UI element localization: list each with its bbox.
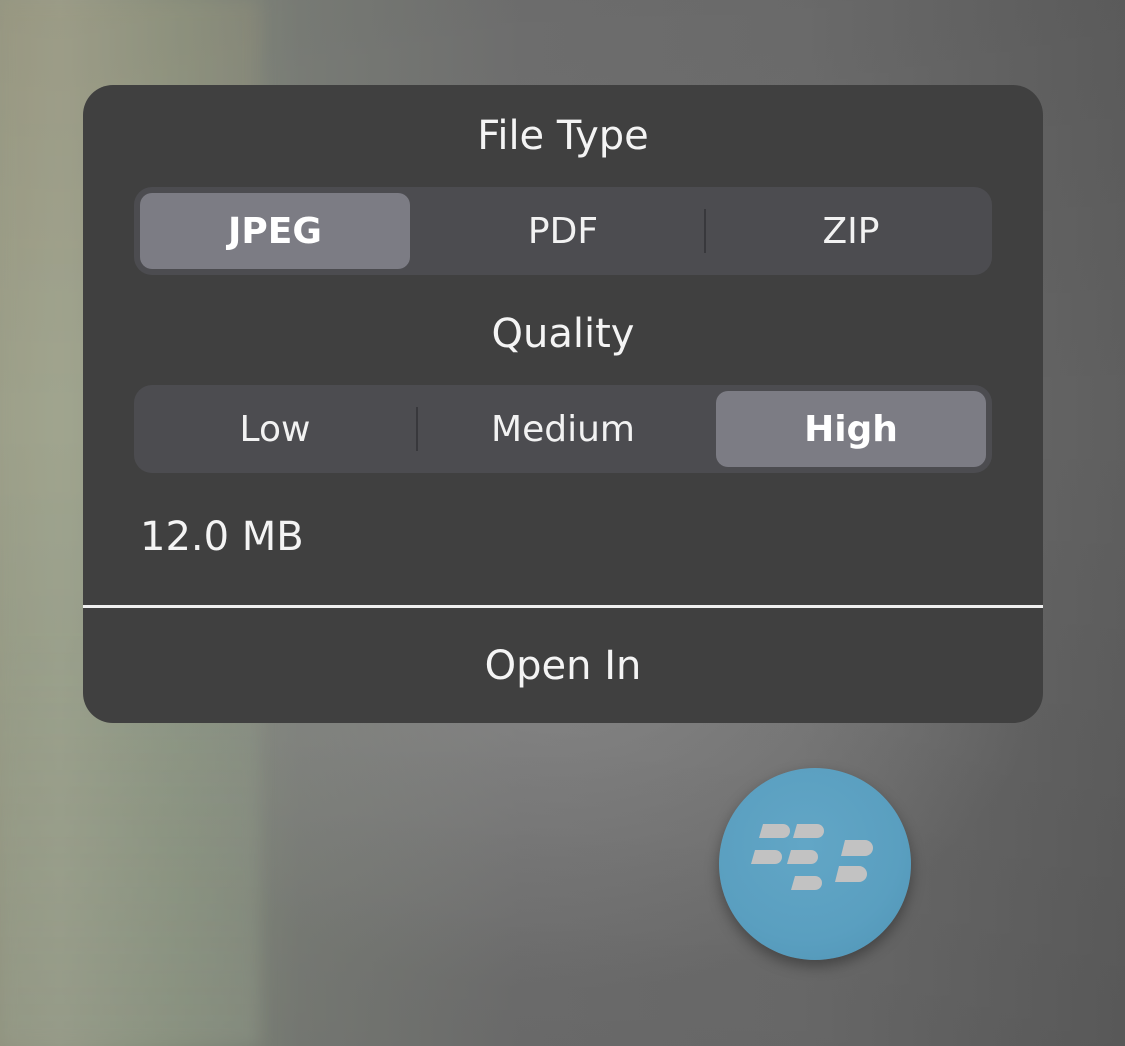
segment-divider — [416, 407, 418, 451]
file-type-title: File Type — [477, 113, 649, 159]
segment-pdf[interactable]: PDF — [428, 193, 698, 269]
segment-divider — [704, 209, 706, 253]
quality-title: Quality — [491, 311, 635, 357]
open-in-button[interactable]: Open In — [83, 608, 1043, 723]
segment-jpeg[interactable]: JPEG — [140, 193, 410, 269]
segment-high[interactable]: High — [716, 391, 986, 467]
segment-zip[interactable]: ZIP — [716, 193, 986, 269]
blackberry-floating-button[interactable] — [719, 768, 911, 960]
segment-low[interactable]: Low — [140, 391, 410, 467]
quality-segmented-control: Low Medium High — [134, 385, 992, 473]
file-size-label: 12.0 MB — [140, 514, 304, 560]
blackberry-logo-icon — [751, 824, 873, 890]
export-options-sheet: File Type JPEG PDF ZIP Quality Low Mediu… — [83, 85, 1043, 723]
segment-medium[interactable]: Medium — [428, 391, 698, 467]
file-type-segmented-control: JPEG PDF ZIP — [134, 187, 992, 275]
